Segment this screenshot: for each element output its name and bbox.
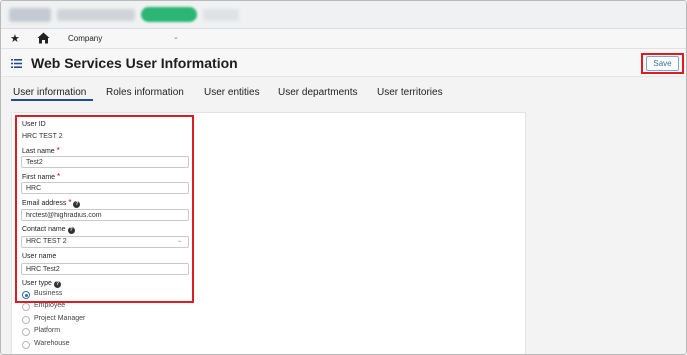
email-label-text: Email address: [22, 200, 67, 207]
user-type-label: User type?: [22, 280, 61, 288]
radio-button[interactable]: [22, 303, 30, 311]
radio-button[interactable]: [22, 316, 30, 324]
required-asterisk: *: [68, 198, 72, 207]
save-button[interactable]: Save: [646, 56, 679, 71]
radio-label: Business: [34, 290, 63, 297]
blurred-top-bar: [1, 1, 686, 29]
radio-label: Platform: [34, 327, 61, 334]
blurred-text: [57, 9, 135, 21]
first-name-label-text: First name: [22, 174, 56, 181]
first-name-label: First name *: [22, 172, 60, 181]
user-id-value: HRC TEST 2: [22, 133, 63, 140]
contact-name-label: Contact name?: [22, 226, 75, 234]
tab-user-departments[interactable]: User departments: [278, 87, 357, 98]
radio-button[interactable]: [22, 341, 30, 349]
page-header: Web Services User Information: [1, 49, 686, 77]
tab-bar: User information Roles information User …: [1, 77, 686, 103]
contact-name-dropdown[interactable]: HRC TEST 2: [21, 236, 189, 248]
tab-user-entities[interactable]: User entities: [204, 87, 260, 98]
chevron-down-icon[interactable]: ⌄: [173, 33, 179, 41]
user-name-label: User name: [22, 253, 57, 260]
home-icon[interactable]: [37, 32, 50, 44]
radio-button[interactable]: [22, 328, 30, 336]
list-menu-icon[interactable]: [11, 59, 22, 68]
help-icon[interactable]: ?: [73, 201, 81, 208]
help-icon[interactable]: ?: [53, 281, 61, 288]
blurred-badge: [141, 7, 197, 22]
tab-user-information[interactable]: User information: [13, 87, 86, 98]
help-icon[interactable]: ?: [67, 227, 75, 234]
email-label: Email address *?: [22, 198, 81, 208]
last-name-label: Last name *: [22, 146, 60, 155]
first-name-field[interactable]: [21, 182, 189, 194]
required-asterisk: *: [57, 172, 61, 181]
tab-roles-information[interactable]: Roles information: [106, 87, 184, 98]
last-name-label-text: Last name: [22, 148, 55, 155]
user-type-label-text: User type: [22, 280, 52, 287]
app-window: ★ Company ⌄ Web Services User Informatio…: [0, 0, 687, 355]
page-title: Web Services User Information: [31, 55, 238, 71]
chevron-down-icon[interactable]: ⌄: [177, 237, 182, 244]
email-field[interactable]: [21, 209, 189, 221]
blurred-logo: [9, 8, 51, 22]
last-name-field[interactable]: [21, 156, 189, 168]
radio-label: Project Manager: [34, 315, 86, 322]
radio-label: Employee: [34, 302, 66, 309]
required-asterisk: *: [56, 146, 60, 155]
radio-label: Warehouse: [34, 340, 70, 347]
blurred-text: [203, 9, 239, 21]
contact-name-label-text: Contact name: [22, 226, 66, 233]
user-name-field[interactable]: [21, 263, 189, 275]
radio-button-selected[interactable]: [22, 291, 30, 299]
nav-bar: ★ Company ⌄: [1, 29, 686, 49]
active-tab-indicator: [11, 99, 93, 101]
star-icon[interactable]: ★: [10, 32, 20, 45]
user-id-label: User ID: [22, 121, 46, 128]
company-selector[interactable]: Company: [68, 34, 102, 43]
tab-user-territories[interactable]: User territories: [377, 87, 443, 98]
